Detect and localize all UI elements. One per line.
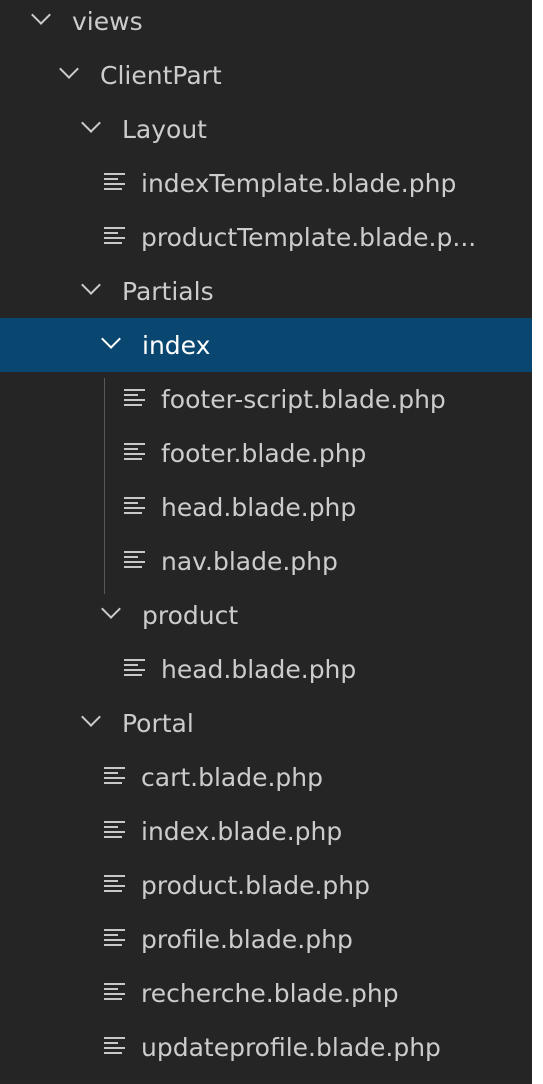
- file-label: profile.blade.php: [141, 924, 353, 954]
- folder-label: Portal: [122, 708, 194, 738]
- folder-row[interactable]: ClientPart: [0, 48, 532, 102]
- file-label: updateprofile.blade.php: [141, 1032, 441, 1062]
- file-row[interactable]: nav.blade.php: [0, 534, 532, 588]
- folder-row[interactable]: Partials: [0, 264, 532, 318]
- file-label: footer.blade.php: [161, 438, 367, 468]
- file-row[interactable]: productTemplate.blade.p...: [0, 210, 532, 264]
- file-row[interactable]: recherche.blade.php: [0, 966, 532, 1020]
- folder-row[interactable]: views: [0, 0, 532, 48]
- file-row[interactable]: updateprofile.blade.php: [0, 1020, 532, 1074]
- folder-label: product: [142, 600, 239, 630]
- folder-label: index: [142, 330, 211, 360]
- file-label: product.blade.php: [141, 870, 371, 900]
- folder-row[interactable]: index: [0, 318, 532, 372]
- chevron-down-icon[interactable]: [31, 5, 51, 25]
- folder-label: Layout: [122, 114, 207, 144]
- folder-label: views: [72, 6, 143, 36]
- file-label: indexTemplate.blade.php: [141, 168, 457, 198]
- folder-row[interactable]: Portal: [0, 696, 532, 750]
- file-label: index.blade.php: [141, 816, 343, 846]
- file-label: recherche.blade.php: [141, 978, 399, 1008]
- text-file-icon: [104, 1037, 125, 1055]
- file-label: head.blade.php: [161, 654, 357, 684]
- text-file-icon: [104, 227, 125, 245]
- text-file-icon: [124, 443, 145, 461]
- folder-label: Partials: [122, 276, 214, 306]
- chevron-down-icon[interactable]: [81, 275, 101, 295]
- folder-row[interactable]: Layout: [0, 102, 532, 156]
- text-file-icon: [104, 821, 125, 839]
- text-file-icon: [124, 389, 145, 407]
- text-file-icon: [104, 767, 125, 785]
- file-label: cart.blade.php: [141, 762, 324, 792]
- file-explorer: views ClientPart Layout indexTemplate.blade…: [0, 0, 532, 1084]
- folder-row[interactable]: product: [0, 588, 532, 642]
- file-row[interactable]: indexTemplate.blade.php: [0, 156, 532, 210]
- chevron-down-icon[interactable]: [59, 59, 79, 79]
- file-row[interactable]: profile.blade.php: [0, 912, 532, 966]
- text-file-icon: [104, 875, 125, 893]
- chevron-down-icon[interactable]: [81, 707, 101, 727]
- file-row[interactable]: product.blade.php: [0, 858, 532, 912]
- file-label: footer-script.blade.php: [161, 384, 446, 414]
- file-row[interactable]: head.blade.php: [0, 480, 532, 534]
- text-file-icon: [124, 659, 145, 677]
- chevron-down-icon[interactable]: [81, 113, 101, 133]
- file-row[interactable]: cart.blade.php: [0, 750, 532, 804]
- text-file-icon: [104, 983, 125, 1001]
- chevron-down-icon[interactable]: [101, 599, 121, 619]
- file-row[interactable]: footer-script.blade.php: [0, 372, 532, 426]
- text-file-icon: [104, 929, 125, 947]
- text-file-icon: [124, 551, 145, 569]
- file-label: nav.blade.php: [161, 546, 338, 576]
- file-label: productTemplate.blade.p...: [141, 222, 477, 252]
- folder-label: ClientPart: [100, 60, 222, 90]
- panel-edge: [532, 0, 543, 1084]
- file-row[interactable]: head.blade.php: [0, 642, 532, 696]
- text-file-icon: [104, 173, 125, 191]
- file-label: head.blade.php: [161, 492, 357, 522]
- chevron-down-icon[interactable]: [101, 329, 121, 349]
- file-row[interactable]: footer.blade.php: [0, 426, 532, 480]
- file-row[interactable]: index.blade.php: [0, 804, 532, 858]
- text-file-icon: [124, 497, 145, 515]
